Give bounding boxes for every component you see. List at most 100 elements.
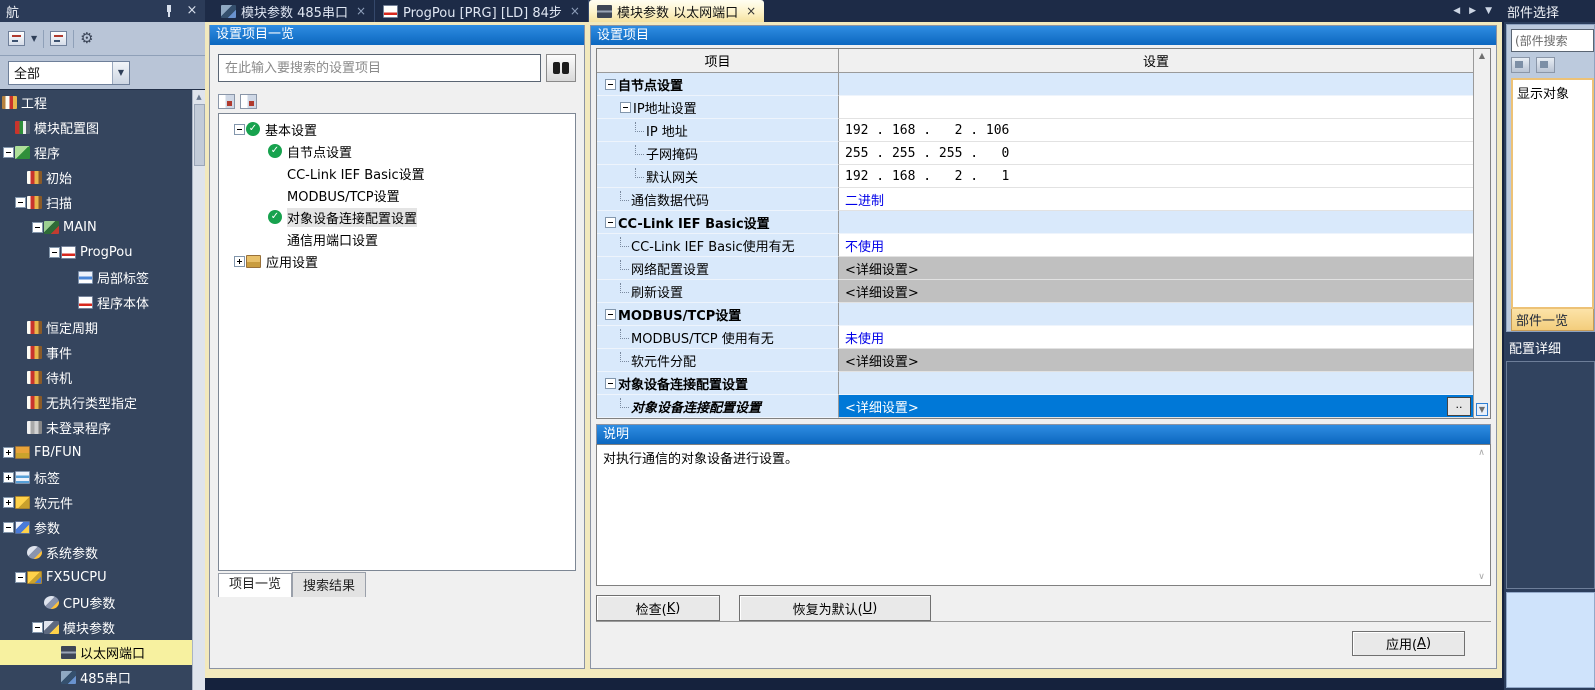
setting-item-cell[interactable]: 默认网关 — [597, 165, 839, 188]
expand-box-icon[interactable] — [3, 497, 14, 508]
setting-value-cell[interactable]: 不使用 — [839, 234, 1473, 257]
description-scrollbar[interactable]: ∧ ∨ — [1473, 445, 1490, 585]
navigation-scrollbar[interactable]: ▲ — [192, 90, 205, 690]
close-icon[interactable]: × — [746, 4, 756, 18]
setting-value-cell[interactable]: 192 . 168 . 2 . 106 — [839, 119, 1473, 142]
scrollbar-thumb[interactable] — [194, 104, 205, 166]
scroll-up-icon[interactable]: ▲ — [1479, 51, 1485, 60]
nav-item-label[interactable]: 标签 — [0, 465, 192, 490]
apply-button[interactable]: 应用(A) — [1352, 631, 1465, 656]
previous-tab-icon[interactable]: ◀ — [1453, 6, 1460, 16]
setting-value-cell[interactable]: <详细设置>.. — [839, 395, 1473, 418]
expand-box-icon[interactable] — [3, 447, 14, 458]
close-icon[interactable]: × — [185, 1, 199, 21]
nav-item-parameter[interactable]: 参数 — [0, 515, 192, 540]
element-tool-icon[interactable] — [1536, 57, 1555, 73]
setting-tree-item-cclink-ief-basic-settings[interactable]: CC-Link IEF Basic设置 — [219, 162, 575, 184]
nav-item-485-serial[interactable]: 485串口 — [0, 665, 192, 690]
setting-value-cell[interactable]: 二进制 — [839, 188, 1473, 211]
setting-item-cell[interactable]: IP 地址 — [597, 119, 839, 142]
collapse-box-icon[interactable] — [605, 79, 616, 90]
tab-list-icon[interactable]: ▼ — [1485, 6, 1492, 16]
nav-item-program-body[interactable]: 程序本体 — [0, 290, 192, 315]
nav-item-progpou[interactable]: ProgPou — [0, 240, 192, 265]
expand-all-icon[interactable] — [240, 94, 257, 109]
nav-item-ethernet-port[interactable]: 以太网端口 — [0, 640, 192, 665]
setting-tree-item-basic-settings[interactable]: ✓基本设置 — [219, 118, 575, 140]
nav-item-event[interactable]: 事件 — [0, 340, 192, 365]
setting-tree-item-own-node-settings[interactable]: ✓自节点设置 — [219, 140, 575, 162]
settings-table-scrollbar[interactable]: ▲ ▼ — [1473, 49, 1490, 418]
expand-box-icon[interactable] — [3, 472, 14, 483]
collapse-box-icon[interactable] — [49, 247, 60, 258]
setting-tree-item-target-device-conn-config[interactable]: ✓对象设备连接配置设置 — [219, 206, 575, 228]
nav-item-device[interactable]: 软元件 — [0, 490, 192, 515]
setting-value-cell[interactable]: <详细设置> — [839, 280, 1473, 303]
setting-tree-item-comm-port-settings[interactable]: 通信用端口设置 — [219, 228, 575, 250]
collapse-box-icon[interactable] — [234, 124, 245, 135]
nav-item-fx5ucpu[interactable]: FX5UCPU — [0, 565, 192, 590]
collapse-all-icon[interactable] — [218, 94, 235, 109]
element-tool-icon[interactable] — [1511, 57, 1530, 73]
collapse-box-icon[interactable] — [620, 102, 631, 113]
element-search-input[interactable] — [1511, 29, 1594, 52]
collapse-box-icon[interactable] — [3, 522, 14, 533]
collapse-box-icon[interactable] — [605, 378, 616, 389]
chevron-up-icon[interactable]: ∧ — [1478, 448, 1485, 458]
restore-default-button[interactable]: 恢复为默认(U) — [739, 595, 931, 621]
chevron-down-icon[interactable]: ▼ — [31, 34, 37, 43]
nav-item-module-parameter[interactable]: 模块参数 — [0, 615, 192, 640]
check-button[interactable]: 检查(K) — [596, 595, 720, 621]
collapse-box-icon[interactable] — [15, 197, 26, 208]
setting-item-cell[interactable]: 网络配置设置 — [597, 257, 839, 280]
navigation-filter-dropdown[interactable]: 全部 ▼ — [8, 61, 130, 85]
nav-item-initial[interactable]: 初始 — [0, 165, 192, 190]
tab-search-result[interactable]: 搜索结果 — [292, 572, 366, 597]
nav-item-scan[interactable]: 扫描 — [0, 190, 192, 215]
setting-item-cell[interactable]: IP地址设置 — [597, 96, 839, 119]
nav-item-fb-fun[interactable]: FB/FUN — [0, 440, 192, 465]
nav-item-no-exec-type[interactable]: 无执行类型指定 — [0, 390, 192, 415]
setting-tree-item-application-settings[interactable]: 应用设置 — [219, 250, 575, 272]
setting-item-cell[interactable]: MODBUS/TCP设置 — [597, 303, 839, 326]
setting-item-cell[interactable]: 子网掩码 — [597, 142, 839, 165]
close-icon[interactable]: × — [570, 4, 580, 18]
setting-value-cell[interactable]: <详细设置> — [839, 257, 1473, 280]
setting-item-cell[interactable]: MODBUS/TCP 使用有无 — [597, 326, 839, 349]
setting-search-input[interactable] — [218, 54, 541, 82]
setting-item-cell[interactable]: 软元件分配 — [597, 349, 839, 372]
next-tab-icon[interactable]: ▶ — [1469, 6, 1476, 16]
scroll-down-icon[interactable]: ▼ — [1476, 403, 1488, 416]
tab-module-param-ethernet[interactable]: 模块参数 以太网端口 × — [589, 0, 764, 22]
close-icon[interactable]: × — [356, 4, 366, 18]
setting-item-cell[interactable]: CC-Link IEF Basic使用有无 — [597, 234, 839, 257]
chevron-down-icon[interactable]: ∨ — [1478, 572, 1485, 582]
tab-progpou[interactable]: ProgPou [PRG] [LD] 84步 × — [375, 0, 589, 22]
dock-window-icon[interactable] — [50, 31, 67, 46]
setting-tree-item-modbus-tcp-settings[interactable]: MODBUS/TCP设置 — [219, 184, 575, 206]
setting-value-cell[interactable]: 192 . 168 . 2 . 1 — [839, 165, 1473, 188]
expand-box-icon[interactable] — [234, 256, 245, 267]
nav-item-local-label[interactable]: 局部标签 — [0, 265, 192, 290]
chevron-down-icon[interactable]: ▼ — [112, 62, 129, 84]
nav-item-cpu-parameter[interactable]: CPU参数 — [0, 590, 192, 615]
search-button[interactable] — [546, 54, 576, 82]
tab-element-list[interactable]: 部件一览 — [1511, 309, 1594, 331]
tab-item-list[interactable]: 项目一览 — [218, 573, 292, 597]
collapse-box-icon[interactable] — [605, 217, 616, 228]
scroll-up-icon[interactable]: ▲ — [196, 90, 201, 104]
collapse-box-icon[interactable] — [32, 222, 43, 233]
nav-item-unregistered[interactable]: 未登录程序 — [0, 415, 192, 440]
setting-value-cell[interactable]: <详细设置> — [839, 349, 1473, 372]
nav-item-standby[interactable]: 待机 — [0, 365, 192, 390]
setting-item-cell[interactable]: 对象设备连接配置设置 — [597, 372, 839, 395]
nav-item-main[interactable]: MAIN — [0, 215, 192, 240]
collapse-box-icon[interactable] — [15, 572, 26, 583]
setting-value-cell[interactable]: 255 . 255 . 255 . 0 — [839, 142, 1473, 165]
setting-item-cell[interactable]: CC-Link IEF Basic设置 — [597, 211, 839, 234]
nav-item-project[interactable]: 工程 — [0, 90, 192, 115]
nav-item-module-config[interactable]: 模块配置图 — [0, 115, 192, 140]
nav-item-program[interactable]: 程序 — [0, 140, 192, 165]
tab-module-param-485[interactable]: 模块参数 485串口 × — [213, 0, 375, 22]
setting-value-cell[interactable]: 未使用 — [839, 326, 1473, 349]
